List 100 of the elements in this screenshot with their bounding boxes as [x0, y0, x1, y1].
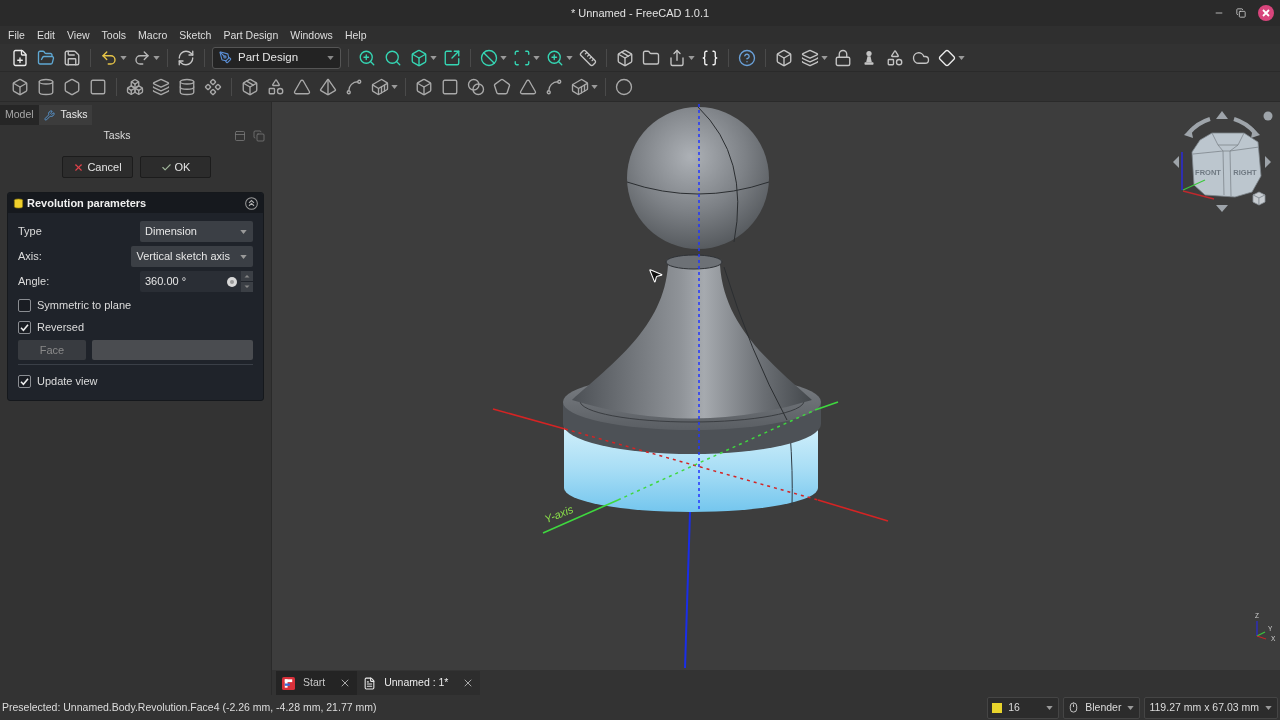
new-file-icon[interactable] [11, 48, 29, 67]
panel-tab[interactable]: Tasks [38, 105, 93, 125]
menu-item[interactable]: Windows [290, 29, 333, 41]
status-dropdown[interactable]: 119.27 mm x 67.03 mm [1144, 696, 1278, 719]
zoom-in-icon[interactable] [358, 48, 376, 67]
caret-icon[interactable] [391, 84, 398, 89]
cube-icon[interactable] [410, 48, 428, 67]
redo-icon[interactable] [133, 48, 151, 67]
menu-dot-icon[interactable] [1263, 111, 1273, 121]
menu-item[interactable]: Tools [101, 29, 127, 41]
dialog-button[interactable]: Cancel [62, 156, 133, 178]
hexagon-icon[interactable] [63, 77, 81, 96]
cube-icon[interactable] [415, 77, 433, 96]
database-icon[interactable] [178, 77, 196, 96]
workbench-dropdown[interactable]: Part Design [212, 46, 341, 69]
help-icon[interactable] [738, 48, 756, 67]
caret-icon[interactable] [591, 84, 598, 89]
shapes-icon[interactable] [886, 48, 904, 67]
layers-icon[interactable] [152, 77, 170, 96]
search-icon[interactable] [384, 48, 402, 67]
circle-icon[interactable] [615, 77, 633, 96]
dropdown[interactable]: Dimension [140, 221, 253, 242]
caret-icon[interactable] [688, 55, 695, 60]
blend-icon[interactable] [467, 77, 485, 96]
pentagon-icon[interactable] [493, 77, 511, 96]
lock-icon[interactable] [834, 48, 852, 67]
shapes-icon[interactable] [267, 77, 285, 96]
menu-item[interactable]: Part Design [223, 29, 279, 41]
caret-icon[interactable] [240, 254, 247, 259]
cube-icon[interactable] [11, 77, 29, 96]
cube-icon[interactable] [1252, 191, 1266, 206]
component-icon[interactable] [204, 77, 222, 96]
ruler-icon[interactable] [579, 48, 597, 67]
arrow-down-icon[interactable] [1216, 205, 1228, 212]
dialog-button[interactable]: OK [140, 156, 211, 178]
collapse-icon[interactable] [245, 196, 258, 210]
menu-item[interactable]: Sketch [179, 29, 212, 41]
caret-icon[interactable] [500, 55, 507, 60]
spline-icon[interactable] [545, 77, 563, 96]
caret-icon[interactable] [240, 229, 247, 234]
face-field[interactable] [92, 340, 253, 360]
document-tab[interactable]: Start [276, 671, 358, 695]
document-tab[interactable]: Unnamed : 1* [357, 671, 481, 695]
boxes-icon[interactable] [126, 77, 144, 96]
caret-icon[interactable] [566, 55, 573, 60]
menu-item[interactable]: File [8, 29, 25, 41]
package-icon[interactable] [241, 77, 259, 96]
triangle-icon[interactable] [293, 77, 311, 96]
caret-icon[interactable] [120, 55, 127, 60]
menu-item[interactable]: Help [344, 29, 367, 41]
prohibited-icon[interactable] [480, 48, 498, 67]
square-arrow-icon[interactable] [443, 48, 461, 67]
caret-icon[interactable] [153, 55, 160, 60]
save-icon[interactable] [63, 48, 81, 67]
folder-icon[interactable] [642, 48, 660, 67]
checkbox[interactable] [18, 374, 31, 388]
zoom-in-icon[interactable] [546, 48, 564, 67]
caret-icon[interactable] [1127, 705, 1135, 710]
caret-icon[interactable] [958, 55, 965, 60]
braces-icon[interactable] [701, 48, 719, 67]
arrow-right-icon[interactable] [1265, 156, 1271, 168]
square-icon[interactable] [89, 77, 107, 96]
spline-icon[interactable] [345, 77, 363, 96]
layers-icon[interactable] [801, 48, 819, 67]
caret-icon[interactable] [1046, 705, 1054, 710]
caret-icon[interactable] [430, 55, 437, 60]
close-icon[interactable] [1258, 5, 1274, 21]
triangle-icon[interactable] [519, 77, 537, 96]
dropdown[interactable]: Vertical sketch axis [131, 246, 253, 267]
caret-icon[interactable] [533, 55, 540, 60]
undo-icon[interactable] [100, 48, 118, 67]
status-dropdown[interactable]: Blender [1063, 696, 1141, 719]
square-icon[interactable] [441, 77, 459, 96]
scan-frame-icon[interactable] [513, 48, 531, 67]
container-icon[interactable] [371, 77, 389, 96]
rotate-arrow-icon[interactable] [1233, 117, 1260, 138]
circle-icon[interactable] [227, 276, 237, 287]
status-dropdown[interactable]: 16 [987, 696, 1060, 719]
cube-icon[interactable] [775, 48, 793, 67]
menu-item[interactable]: View [67, 29, 90, 41]
panel-tab[interactable]: Model [0, 105, 39, 125]
container-icon[interactable] [571, 77, 589, 96]
cylinder-icon[interactable] [37, 77, 55, 96]
refresh-icon[interactable] [177, 48, 195, 67]
caret-icon[interactable] [821, 55, 828, 60]
caret-icon[interactable] [327, 55, 334, 60]
menu-item[interactable]: Macro [138, 29, 168, 41]
open-folder-icon[interactable] [37, 48, 55, 67]
menu-item[interactable]: Edit [36, 29, 55, 41]
pyramid-icon[interactable] [319, 77, 337, 96]
caret-icon[interactable] [1265, 705, 1272, 710]
rotate-arrow-icon[interactable] [1184, 117, 1211, 138]
share-icon[interactable] [668, 48, 686, 67]
arrow-up-icon[interactable] [1216, 111, 1228, 119]
checkbox[interactable] [18, 298, 31, 312]
checkbox[interactable] [18, 320, 31, 334]
restore-icon[interactable] [1236, 8, 1246, 18]
spinbox-field[interactable]: 360.00 ° [140, 271, 241, 292]
arrow-left-icon[interactable] [1173, 156, 1179, 168]
package-icon[interactable] [616, 48, 634, 67]
